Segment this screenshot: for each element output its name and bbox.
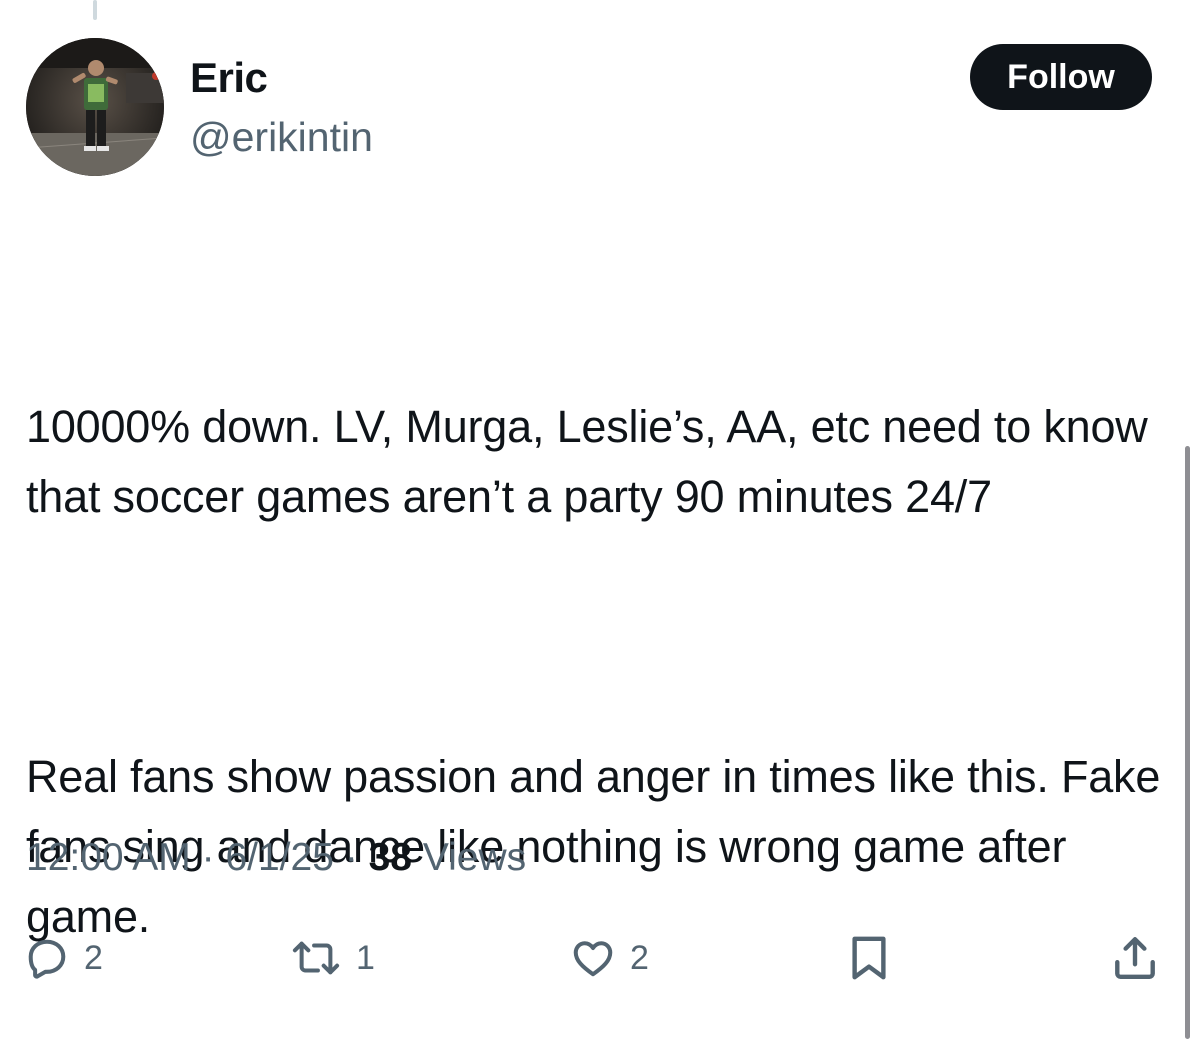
like-button[interactable]: 2 [570, 928, 649, 988]
follow-button[interactable]: Follow [970, 44, 1152, 110]
tweet-paragraph: 10000% down. LV, Murga, Leslie’s, AA, et… [26, 401, 1160, 522]
thread-connector-line [93, 0, 97, 20]
author-display-name[interactable]: Eric [190, 52, 268, 104]
heart-icon [573, 941, 613, 977]
bookmark-icon [852, 936, 886, 980]
views-label: Views [422, 836, 527, 879]
author-handle[interactable]: @erikintin [190, 112, 373, 162]
tweet-date[interactable]: 6/1/25 [225, 836, 333, 879]
bookmark-button[interactable] [846, 928, 892, 988]
meta-separator: · [201, 836, 215, 879]
retweet-button[interactable]: 1 [290, 928, 375, 988]
views-count: 38 [368, 836, 412, 879]
avatar[interactable] [26, 38, 164, 176]
reply-count: 2 [84, 938, 103, 977]
meta-separator: · [344, 836, 358, 879]
retweet-icon [292, 941, 340, 975]
share-icon [1115, 937, 1155, 979]
reply-icon [28, 939, 66, 979]
retweet-count: 1 [356, 938, 375, 977]
tweet-text: 10000% down. LV, Murga, Leslie’s, AA, et… [26, 252, 1186, 1022]
share-button[interactable] [1110, 928, 1160, 988]
scrollbar[interactable] [1185, 446, 1190, 1039]
tweet-meta: 12:00 AM · 6/1/25 · 38 Views [26, 830, 526, 886]
tweet-time[interactable]: 12:00 AM [26, 836, 191, 879]
avatar-photo [26, 38, 164, 176]
like-count: 2 [630, 938, 649, 977]
reply-button[interactable]: 2 [24, 928, 103, 988]
